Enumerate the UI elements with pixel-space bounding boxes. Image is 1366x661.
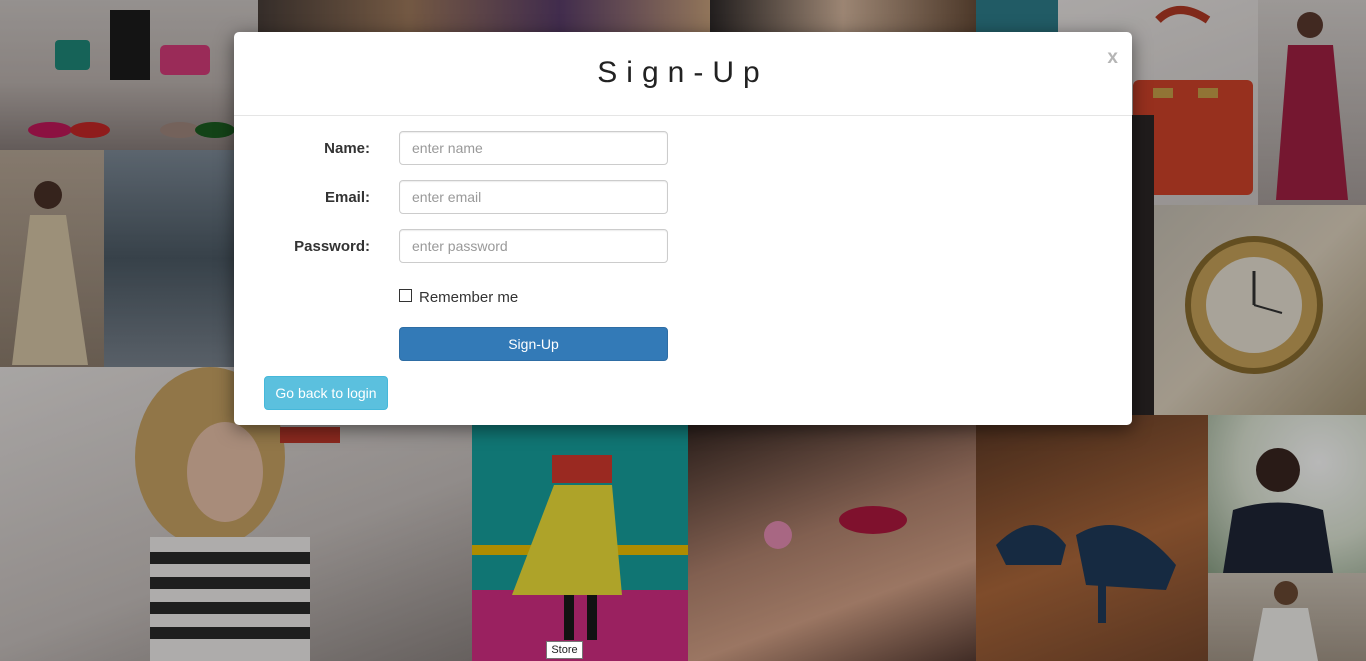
signup-button[interactable]: Sign-Up: [399, 327, 668, 361]
password-input[interactable]: [399, 229, 668, 263]
remember-me-checkbox[interactable]: [399, 289, 412, 302]
collage-photo-handbags-shoes: [0, 0, 258, 150]
close-button[interactable]: x: [1107, 47, 1118, 69]
collage-photo-blue-heels: [976, 415, 1208, 661]
collage-photo-flowers: [1208, 415, 1366, 573]
signup-modal: Sign-Up x Name: Email: Password: Remembe…: [234, 32, 1132, 425]
collage-photo-white-jacket: [1208, 573, 1366, 661]
collage-photo-lips: [688, 425, 976, 661]
password-label: Password:: [294, 238, 370, 255]
collage-photo-top-2: [710, 0, 976, 32]
modal-header: Sign-Up x: [234, 32, 1132, 116]
collage-photo-street: [104, 150, 234, 367]
back-to-login-button[interactable]: Go back to login: [264, 376, 388, 410]
modal-title: Sign-Up: [597, 56, 769, 89]
name-input[interactable]: [399, 131, 668, 165]
email-label: Email:: [324, 189, 370, 206]
collage-photo-top-1: [258, 0, 710, 32]
name-label: Name:: [324, 140, 370, 157]
email-row: Email:: [234, 180, 1132, 214]
collage-photo-gown: [0, 150, 104, 367]
tooltip: Store: [546, 641, 583, 659]
remember-me-label[interactable]: Remember me: [419, 289, 518, 306]
name-row: Name:: [234, 131, 1132, 165]
collage-photo-dark-mid: [1132, 115, 1154, 415]
collage-photo-yellow-skirt: [472, 425, 688, 661]
password-row: Password:: [234, 229, 1132, 263]
email-input[interactable]: [399, 180, 668, 214]
collage-photo-model-red: [1258, 0, 1366, 205]
collage-photo-watch: [1154, 205, 1366, 415]
collage-photo-top-3: [976, 0, 1058, 32]
